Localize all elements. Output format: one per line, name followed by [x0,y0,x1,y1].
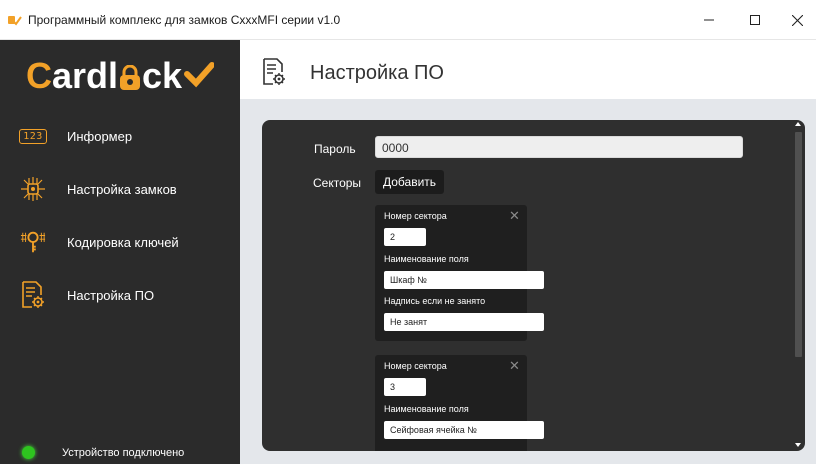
window-title: Программный комплекс для замков CxxxMFI … [28,13,341,27]
close-button[interactable] [778,0,816,40]
sidebar-item-software-settings[interactable]: Настройка ПО [0,275,240,315]
password-input[interactable]: 0000 [375,136,743,158]
content-area: Пароль 0000 Секторы Добавить Номер секто… [240,99,816,464]
title-bar: Программный комплекс для замков CxxxMFI … [0,0,816,40]
sidebar-item-key-encoding[interactable]: Кодировка ключей [0,222,240,262]
remove-sector-close-icon[interactable]: ✕ [509,358,520,374]
circuit-lock-icon [20,176,46,202]
sidebar-item-label: Информер [67,128,133,144]
scrollbar-thumb[interactable] [795,132,802,357]
sector-number-label: Номер сектора [384,361,447,371]
sidebar: C ardl ck 123 Информер Настройка замков [0,40,240,464]
close-icon [791,14,803,26]
logo-letter-c: C [26,55,52,96]
status-text: Устройство подключено [62,446,185,459]
sidebar-item-lock-settings[interactable]: Настройка замков [0,169,240,209]
maximize-icon [750,15,760,25]
settings-document-icon [263,58,285,85]
logo-lock-icon [120,65,141,90]
lock-check-icon [8,16,22,26]
page-title: Настройка ПО [310,62,444,84]
sector-number-input[interactable]: 2 [384,228,426,246]
app-logo: C ardl ck [26,54,215,98]
logo-text-ardl: ardl [52,55,119,96]
logo-text-ck: ck [142,55,183,96]
remove-sector-close-icon[interactable]: ✕ [509,208,520,224]
status-led-icon [22,446,35,459]
scroll-up-icon[interactable] [795,122,801,126]
sidebar-item-informer[interactable]: 123 Информер [0,116,240,156]
vertical-scrollbar[interactable] [792,120,805,451]
logo-check-icon [184,62,215,88]
counter-123-icon: 123 [19,123,47,149]
sector-number-label: Номер сектора [384,211,447,221]
field-name-input[interactable]: Шкаф № [384,271,544,289]
scroll-down-icon[interactable] [795,443,801,447]
add-sector-button[interactable]: Добавить [375,170,445,194]
sidebar-item-label: Настройка ПО [67,287,155,303]
sector-number-input[interactable]: 3 [384,378,426,396]
maximize-button[interactable] [732,0,778,40]
field-name-input[interactable]: Сейфовая ячейка № [384,421,544,439]
settings-panel: Пароль 0000 Секторы Добавить Номер секто… [262,120,805,451]
key-circuit-icon [20,229,46,255]
password-label: Пароль [314,142,356,156]
connection-status: Устройство подключено [22,446,184,459]
minimize-icon [704,19,714,21]
sector-card: Номер сектора ✕ 2 Наименование поля Шкаф… [375,205,544,341]
sidebar-item-label: Кодировка ключей [67,234,179,250]
minimize-button[interactable] [686,0,732,40]
empty-text-input[interactable]: Не занят [384,313,544,331]
page-header: Настройка ПО [240,40,816,99]
sidebar-item-label: Настройка замков [67,181,177,197]
counter-123-icon-text: 123 [19,128,47,144]
field-name-label: Наименование поля [384,404,469,414]
field-name-label: Наименование поля [384,254,469,264]
sector-card: Номер сектора ✕ 3 Наименование поля Сейф… [375,355,544,451]
settings-document-icon [20,281,46,308]
sectors-label: Секторы [313,176,362,190]
empty-text-label: Надпись если не занято [384,296,486,306]
